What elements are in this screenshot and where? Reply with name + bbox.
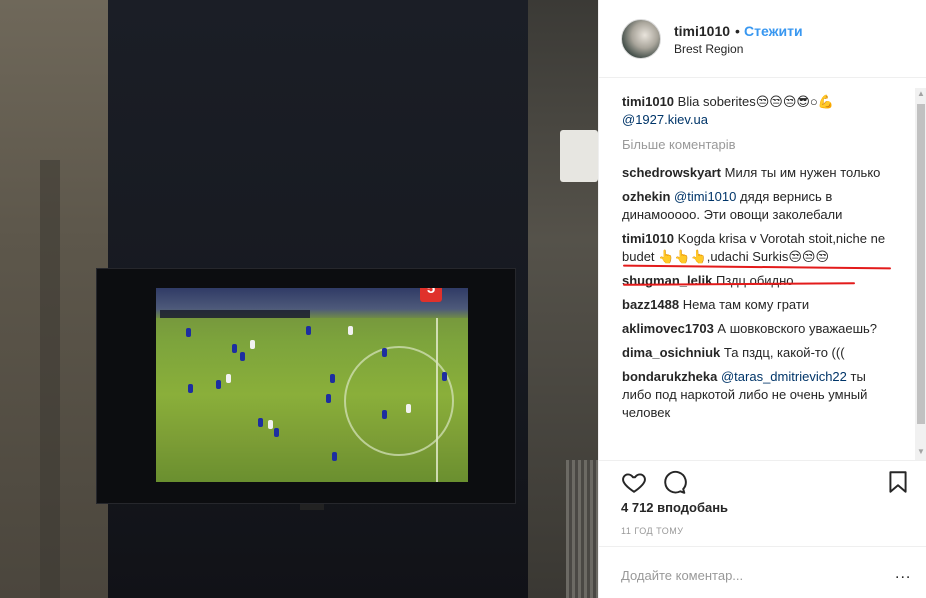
tv-player — [306, 326, 311, 335]
comment-text: А шовковского уважаешь? — [717, 321, 878, 336]
comment-username[interactable]: shugman_lelik — [622, 273, 712, 288]
comment-item: aklimovec1703 А шовковского уважаешь? — [622, 320, 892, 338]
comment-username[interactable]: dima_osichniuk — [622, 345, 720, 360]
scroll-up-arrow-icon[interactable]: ▲ — [915, 88, 926, 100]
bookmark-icon[interactable] — [885, 469, 911, 495]
caption-username[interactable]: timi1010 — [622, 94, 674, 109]
comment-item: bazz1488 Нема там кому грати — [622, 296, 892, 314]
more-options-icon[interactable]: ... — [895, 565, 911, 583]
tv-player — [330, 374, 335, 383]
header-separator: • — [735, 23, 740, 39]
photo-soundbar — [300, 504, 324, 510]
photo-tv-screen: 5 — [156, 288, 468, 482]
comment-item: bondarukzheka @taras_dmitrievich22 ты ли… — [622, 368, 892, 422]
post-sidebar: timi1010 • Стежити Brest Region timi1010… — [598, 0, 926, 598]
add-comment-section: ... — [599, 546, 926, 598]
comment-username[interactable]: bazz1488 — [622, 297, 679, 312]
comment-text: Та пздц, какой-то ((( — [723, 345, 845, 360]
tv-player — [442, 372, 447, 381]
comment-username[interactable]: bondarukzheka — [622, 369, 717, 384]
comment-mention[interactable]: @taras_dmitrievich22 — [721, 369, 847, 384]
tv-player — [268, 420, 273, 429]
photo-air-conditioner — [560, 130, 598, 182]
comment-item: shugman_lelik Пздц обидно — [622, 272, 892, 290]
tv-channel-logo: 5 — [420, 288, 442, 302]
scrollbar-thumb[interactable] — [917, 104, 925, 424]
comment-text: Миля ты им нужен только — [724, 165, 881, 180]
comment-username[interactable]: aklimovec1703 — [622, 321, 714, 336]
tv-player — [258, 418, 263, 427]
comment-mention[interactable]: @timi1010 — [674, 189, 736, 204]
comment-username[interactable]: timi1010 — [622, 231, 674, 246]
photo-radiator — [566, 460, 598, 598]
header-username[interactable]: timi1010 — [674, 23, 730, 39]
avatar[interactable] — [621, 19, 661, 59]
tv-player — [332, 452, 337, 461]
post-timestamp[interactable]: 11 ГОД ТОМУ — [621, 526, 683, 536]
caption: timi1010 Blia soberites😒😒😒😎○💪 @1927.kiev… — [622, 93, 892, 129]
tv-player — [232, 344, 237, 353]
add-comment-input[interactable] — [621, 565, 881, 585]
comment-text: Нема там кому грати — [682, 297, 810, 312]
tv-player — [382, 348, 387, 357]
comment-username[interactable]: schedrowskyart — [622, 165, 721, 180]
comment-item-highlighted: timi1010 Kogda krisa v Vorotah stoit,nic… — [622, 230, 892, 266]
tv-player — [406, 404, 411, 413]
post-header: timi1010 • Стежити Brest Region — [599, 0, 926, 78]
follow-button[interactable]: Стежити — [744, 23, 803, 39]
caption-mention[interactable]: @1927.kiev.ua — [622, 112, 708, 127]
comment-item: dima_osichniuk Та пздц, какой-то ((( — [622, 344, 892, 362]
post-photo[interactable]: 5 — [0, 0, 598, 598]
tv-player — [348, 326, 353, 335]
photo-wall-left — [0, 0, 110, 598]
tv-player — [216, 380, 221, 389]
tv-player — [226, 374, 231, 383]
comment-item: ozhekin @timi1010 дядя вернись в динамоо… — [622, 188, 892, 224]
load-more-comments-button[interactable]: Більше коментарів — [622, 137, 911, 152]
tv-player — [188, 384, 193, 393]
tv-player — [274, 428, 279, 437]
tv-player — [326, 394, 331, 403]
tv-player — [186, 328, 191, 337]
comment-text: Пздц обидно — [715, 273, 794, 288]
scroll-down-arrow-icon[interactable]: ▼ — [915, 446, 926, 458]
tv-player — [240, 352, 245, 361]
location-link[interactable]: Brest Region — [674, 42, 743, 56]
comment-username[interactable]: ozhekin — [622, 189, 670, 204]
caption-text: Blia soberites😒😒😒😎○💪 — [677, 94, 834, 109]
action-bar — [599, 460, 926, 500]
tv-player — [382, 410, 387, 419]
comment-bubble-icon[interactable] — [661, 469, 687, 495]
tv-scorebar — [160, 310, 310, 318]
comment-item: schedrowskyart Миля ты им нужен только — [622, 164, 892, 182]
tv-center-circle — [344, 346, 454, 456]
heart-icon[interactable] — [621, 469, 647, 495]
tv-player — [250, 340, 255, 349]
likes-count[interactable]: 4 712 вподобань — [621, 500, 728, 515]
